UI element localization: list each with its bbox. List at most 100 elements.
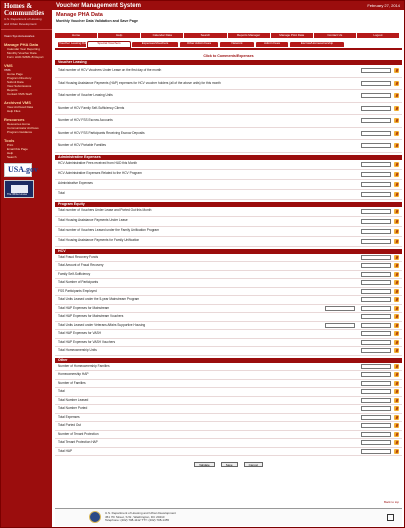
edit-note-icon[interactable] bbox=[394, 263, 399, 269]
secondary-input[interactable] bbox=[325, 305, 355, 311]
edit-note-icon[interactable] bbox=[394, 161, 399, 167]
edit-note-icon[interactable] bbox=[394, 331, 399, 337]
field-input[interactable] bbox=[361, 271, 391, 277]
field-input[interactable] bbox=[361, 80, 391, 86]
edit-note-icon[interactable] bbox=[394, 423, 399, 429]
edit-note-icon[interactable] bbox=[394, 339, 399, 345]
edit-note-icon[interactable] bbox=[394, 208, 399, 214]
tab-expenses[interactable]: Expenses/Vouchers bbox=[131, 41, 179, 48]
nav-tab[interactable]: Search bbox=[184, 33, 228, 38]
field-input[interactable] bbox=[361, 288, 391, 294]
edit-note-icon[interactable] bbox=[394, 406, 399, 412]
usa-gov-logo[interactable]: USA.gov bbox=[4, 163, 38, 178]
edit-note-icon[interactable] bbox=[394, 254, 399, 260]
sidebar-item[interactable]: Help Files bbox=[4, 109, 49, 113]
tab-escrow[interactable]: Escrow/Homeownership bbox=[289, 41, 345, 48]
edit-note-icon[interactable] bbox=[394, 297, 399, 303]
edit-note-icon[interactable] bbox=[394, 80, 399, 86]
sidebar-item[interactable]: Search bbox=[4, 155, 49, 159]
validate-button[interactable]: Validate bbox=[194, 462, 215, 467]
field-input[interactable] bbox=[361, 331, 391, 337]
back-to-top-link[interactable]: Back to top bbox=[384, 500, 399, 504]
field-input[interactable] bbox=[361, 208, 391, 214]
nav-tab[interactable]: Logout bbox=[356, 33, 400, 38]
nav-tab[interactable]: Calendar Data bbox=[141, 33, 185, 38]
field-input[interactable] bbox=[361, 314, 391, 320]
edit-note-icon[interactable] bbox=[394, 218, 399, 224]
secondary-input[interactable] bbox=[325, 322, 355, 328]
field-input[interactable] bbox=[361, 305, 391, 311]
edit-note-icon[interactable] bbox=[394, 314, 399, 320]
field-input[interactable] bbox=[361, 397, 391, 403]
field-input[interactable] bbox=[361, 322, 391, 328]
tab-other-admin[interactable]: Other Admin Fees bbox=[179, 41, 219, 48]
field-input[interactable] bbox=[361, 363, 391, 369]
edit-note-icon[interactable] bbox=[394, 380, 399, 386]
field-input[interactable] bbox=[361, 423, 391, 429]
field-input[interactable] bbox=[361, 181, 391, 187]
field-input[interactable] bbox=[361, 348, 391, 354]
edit-note-icon[interactable] bbox=[394, 397, 399, 403]
edit-note-icon[interactable] bbox=[394, 118, 399, 124]
field-input[interactable] bbox=[361, 68, 391, 74]
field-input[interactable] bbox=[361, 372, 391, 378]
edit-note-icon[interactable] bbox=[394, 348, 399, 354]
field-input[interactable] bbox=[361, 280, 391, 286]
nav-tab[interactable]: Contact Us bbox=[313, 33, 357, 38]
field-input[interactable] bbox=[361, 263, 391, 269]
edit-note-icon[interactable] bbox=[394, 228, 399, 234]
edit-note-icon[interactable] bbox=[394, 363, 399, 369]
edit-note-icon[interactable] bbox=[394, 305, 399, 311]
sidebar-item[interactable]: Form HUD-52681-B Report bbox=[4, 55, 49, 59]
edit-note-icon[interactable] bbox=[394, 288, 399, 294]
field-input[interactable] bbox=[361, 389, 391, 395]
edit-note-icon[interactable] bbox=[394, 105, 399, 111]
field-input[interactable] bbox=[361, 93, 391, 99]
edit-note-icon[interactable] bbox=[394, 130, 399, 136]
save-button[interactable]: Save bbox=[220, 462, 238, 467]
field-input[interactable] bbox=[361, 191, 391, 197]
field-input[interactable] bbox=[361, 238, 391, 244]
tab-admin-fees[interactable]: Admin Fees bbox=[255, 41, 289, 48]
edit-note-icon[interactable] bbox=[394, 181, 399, 187]
edit-note-icon[interactable] bbox=[394, 414, 399, 420]
edit-note-icon[interactable] bbox=[394, 448, 399, 454]
edit-note-icon[interactable] bbox=[394, 389, 399, 395]
field-input[interactable] bbox=[361, 339, 391, 345]
edit-note-icon[interactable] bbox=[394, 143, 399, 149]
edit-note-icon[interactable] bbox=[394, 271, 399, 277]
edit-note-icon[interactable] bbox=[394, 93, 399, 99]
tab-special-vouchers[interactable]: Special Vouchers bbox=[87, 41, 131, 48]
tab-network[interactable]: Network bbox=[219, 41, 255, 48]
field-input[interactable] bbox=[361, 161, 391, 167]
tab-voucher-leasing[interactable]: Voucher Leasing Data bbox=[57, 41, 87, 48]
field-input[interactable] bbox=[361, 218, 391, 224]
edit-note-icon[interactable] bbox=[394, 372, 399, 378]
edit-note-icon[interactable] bbox=[394, 171, 399, 177]
edit-note-icon[interactable] bbox=[394, 191, 399, 197]
sidebar-item[interactable]: Program Guidance bbox=[4, 130, 49, 134]
sidebar-link-top[interactable]: Vsam Sys Accessories bbox=[4, 34, 49, 38]
field-input[interactable] bbox=[361, 431, 391, 437]
field-input[interactable] bbox=[361, 440, 391, 446]
comments-link[interactable]: Click to Comments/Expenses bbox=[55, 54, 402, 58]
edit-note-icon[interactable] bbox=[394, 440, 399, 446]
edit-note-icon[interactable] bbox=[394, 238, 399, 244]
edit-note-icon[interactable] bbox=[394, 431, 399, 437]
field-input[interactable] bbox=[361, 254, 391, 260]
nav-tab[interactable]: Help bbox=[98, 33, 142, 38]
nav-tab[interactable]: Home bbox=[55, 33, 99, 38]
field-input[interactable] bbox=[361, 105, 391, 111]
edit-note-icon[interactable] bbox=[394, 68, 399, 74]
nav-tab[interactable]: Reports Manager bbox=[227, 33, 271, 38]
field-input[interactable] bbox=[361, 228, 391, 234]
field-input[interactable] bbox=[361, 297, 391, 303]
field-input[interactable] bbox=[361, 118, 391, 124]
field-input[interactable] bbox=[361, 380, 391, 386]
sidebar-item[interactable]: Contact VMS Staff bbox=[4, 92, 49, 96]
field-input[interactable] bbox=[361, 414, 391, 420]
field-input[interactable] bbox=[361, 143, 391, 149]
field-input[interactable] bbox=[361, 130, 391, 136]
hud-logo[interactable]: Homes & Communities U.S. Department of H… bbox=[1, 1, 52, 31]
edit-note-icon[interactable] bbox=[394, 280, 399, 286]
